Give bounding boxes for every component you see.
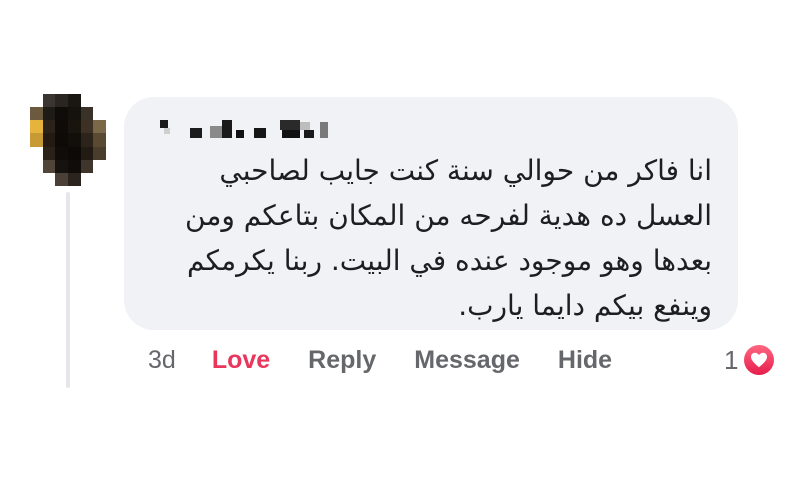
love-button[interactable]: Love [212, 346, 270, 375]
comment-line: انا فاكر من حوالي سنة كنت جايب لصاحبي [219, 154, 712, 187]
hide-button[interactable]: Hide [558, 346, 612, 375]
message-button[interactable]: Message [414, 346, 520, 375]
comment-line: العسل ده هدية لفرحه من المكان بتاعكم ومن [185, 199, 712, 232]
comment-line: بعدها وهو موجود عنده في البيت. ربنا يكرم… [187, 244, 712, 277]
reply-button[interactable]: Reply [308, 346, 376, 375]
reaction-summary[interactable]: 1 [724, 340, 777, 380]
heart-icon [742, 343, 777, 377]
comment-line: وينفع بيكم دايما يارب. [458, 289, 712, 322]
avatar[interactable] [30, 94, 106, 186]
comment-text: انا فاكر من حوالي سنة كنت جايب لصاحبي ال… [152, 148, 712, 328]
reaction-count: 1 [724, 344, 739, 375]
author-name-obscured[interactable] [154, 116, 334, 140]
thread-line [66, 192, 70, 388]
timestamp[interactable]: 3d [148, 346, 176, 375]
comment-actions: 3d Love Reply Message Hide [148, 340, 650, 380]
